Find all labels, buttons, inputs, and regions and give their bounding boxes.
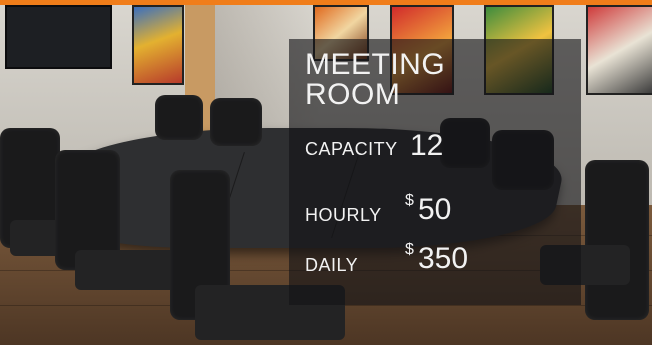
daily-price: 350 xyxy=(418,242,469,275)
page-title: MEETING ROOM xyxy=(305,50,565,110)
title-line-2: ROOM xyxy=(305,78,401,111)
hourly-currency: $ xyxy=(405,192,414,209)
daily-label: DAILY xyxy=(305,255,359,275)
poster xyxy=(132,5,184,85)
office-chair xyxy=(585,160,649,320)
meeting-room-card: MEETING ROOM CAPACITY 12 HOURLY $ 50 DAI… xyxy=(0,0,652,345)
hourly-label: HOURLY xyxy=(305,205,382,225)
daily-currency: $ xyxy=(405,241,414,258)
wall-tv xyxy=(5,5,112,69)
hourly-price: 50 xyxy=(418,193,452,226)
capacity-value: 12 xyxy=(410,129,444,162)
chair-seat xyxy=(75,250,185,290)
office-chair xyxy=(210,98,262,146)
office-chair xyxy=(155,95,203,140)
title-line-1: MEETING xyxy=(305,48,446,81)
poster xyxy=(586,5,652,95)
capacity-label: CAPACITY xyxy=(305,139,398,159)
